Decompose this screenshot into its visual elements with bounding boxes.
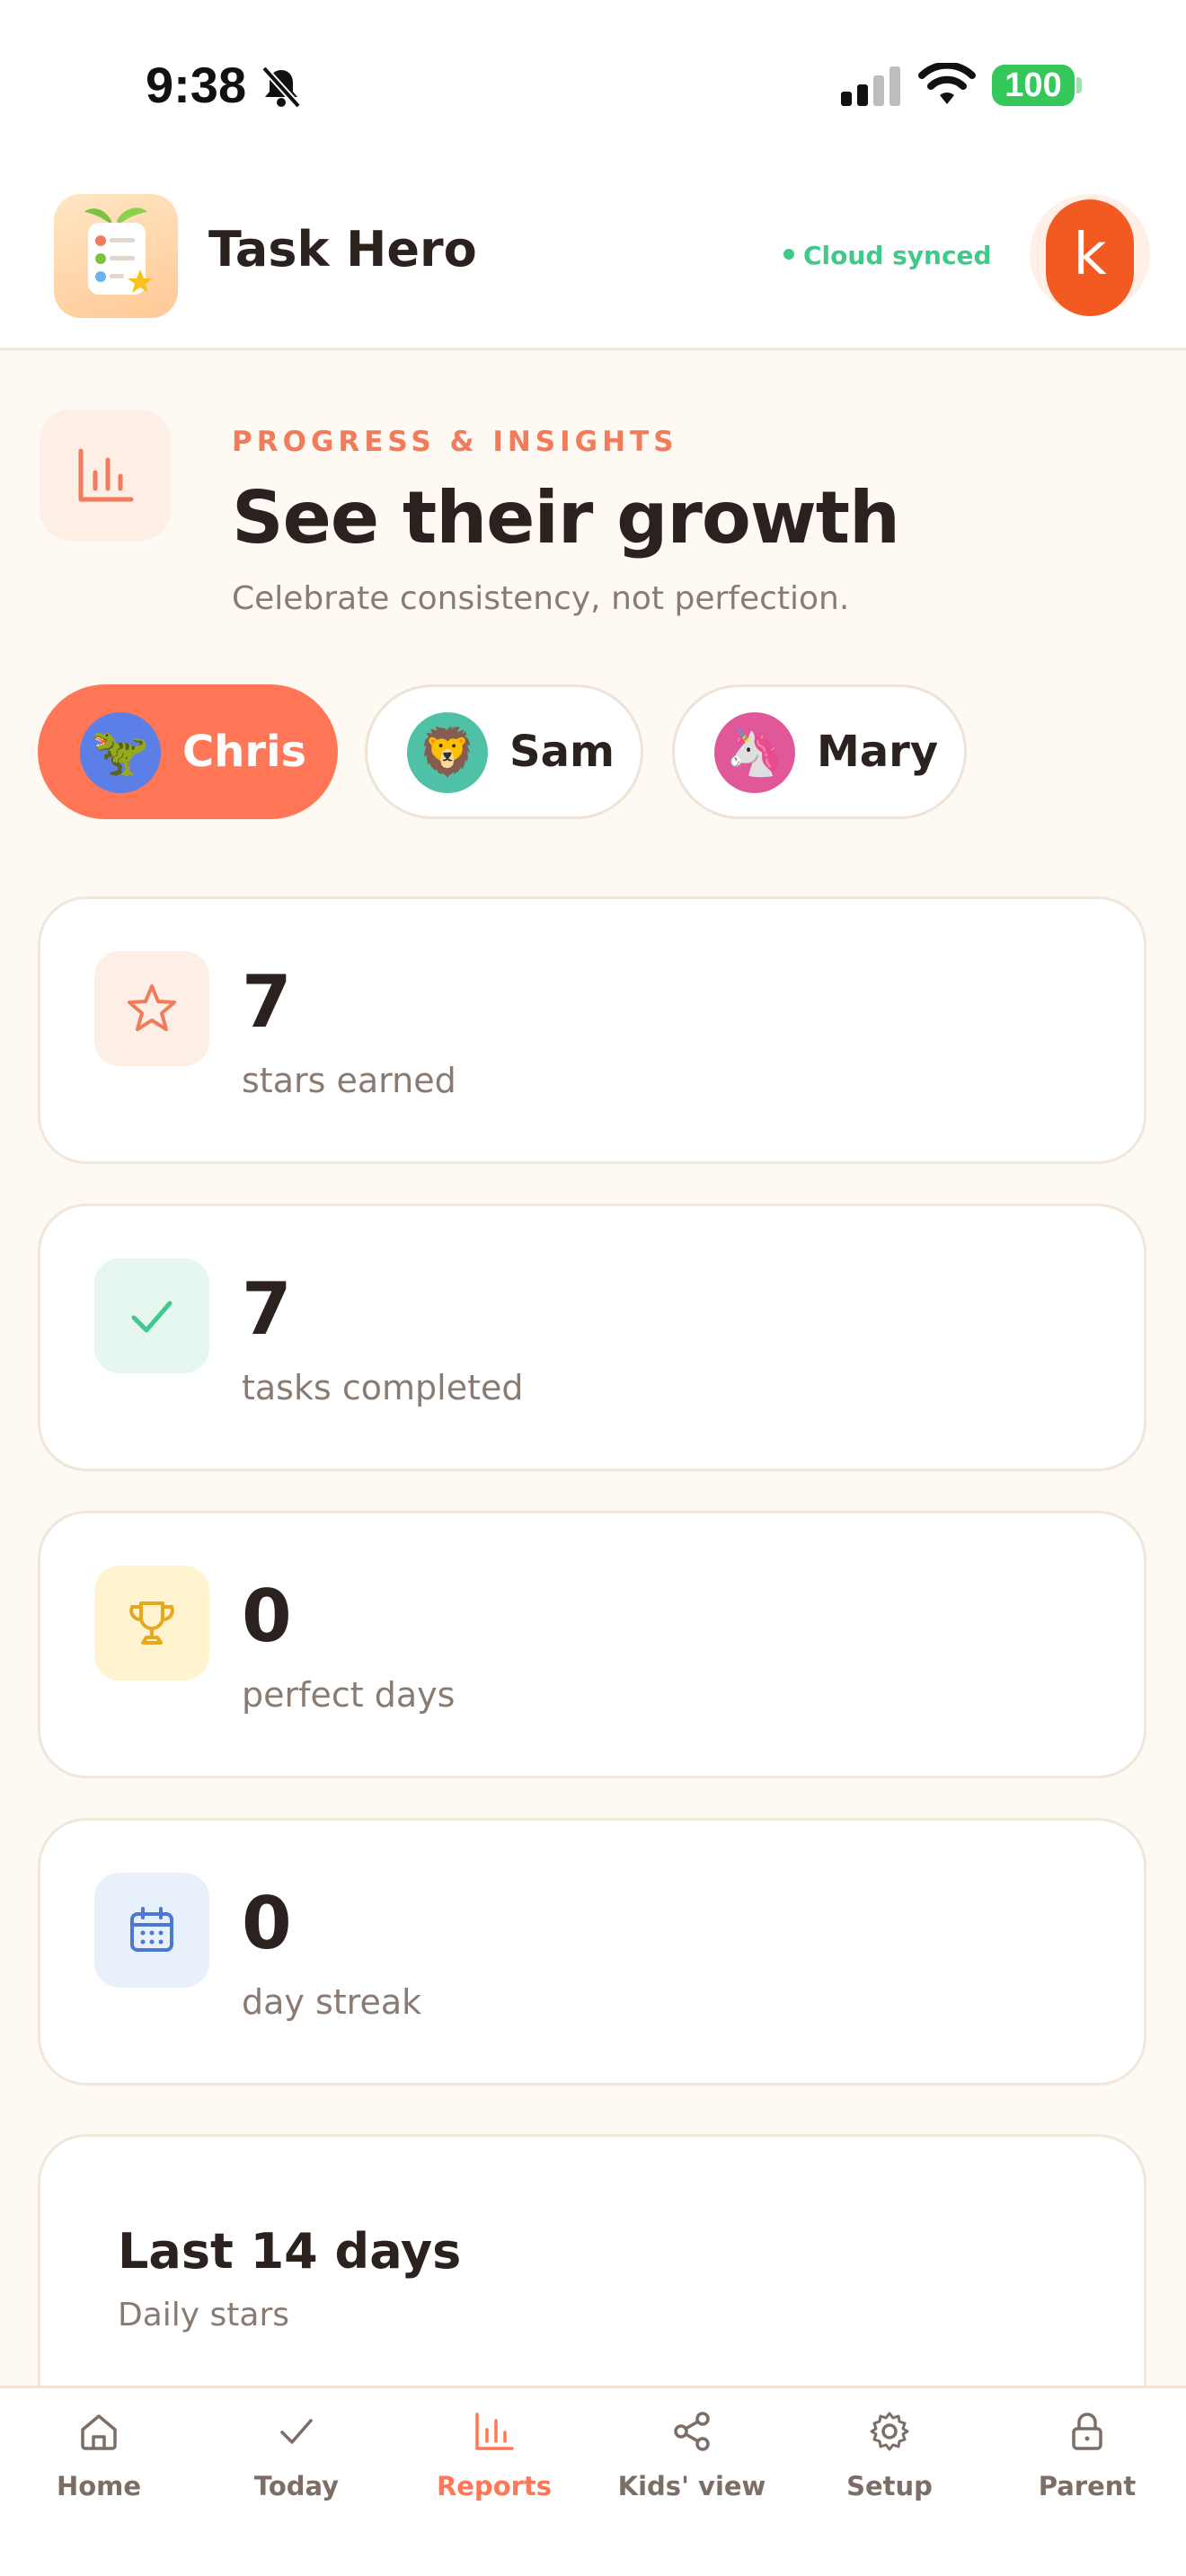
sync-status-label: Cloud synced (803, 241, 992, 270)
share-icon (674, 2412, 710, 2451)
sync-dot-icon (783, 249, 794, 260)
stat-value: 7 (242, 960, 292, 1044)
signal-icon (841, 66, 900, 106)
nav-home[interactable]: Home (0, 2388, 198, 2559)
bar-chart-icon (475, 2413, 514, 2450)
chart-title: Last 14 days (118, 2223, 462, 2280)
stat-icon-tile (94, 951, 209, 1066)
stat-value: 7 (242, 1267, 292, 1351)
child-chip-sam[interactable]: 🦁 Sam (365, 684, 643, 819)
nav-setup[interactable]: Setup (791, 2388, 988, 2559)
app-logo (54, 194, 178, 318)
gear-icon (870, 2412, 909, 2451)
nav-label: Setup (846, 2471, 933, 2501)
stat-icon-tile (94, 1258, 209, 1373)
lock-icon (1072, 2413, 1102, 2450)
trophy-icon (129, 1601, 174, 1645)
status-time: 9:38 (146, 57, 247, 113)
check-icon (280, 2419, 313, 2444)
nav-label: Reports (436, 2471, 553, 2501)
stat-value: 0 (242, 1575, 292, 1658)
page-title: See their growth (232, 476, 900, 560)
stat-card-stars: 7 stars earned (38, 896, 1146, 1164)
stat-card-tasks: 7 tasks completed (38, 1204, 1146, 1471)
nav-label: Today (253, 2471, 340, 2501)
unicorn-icon: 🦄 (714, 712, 795, 793)
stat-card-perfect-days: 0 perfect days (38, 1511, 1146, 1778)
stat-icon-tile (94, 1566, 209, 1681)
chart-subtitle: Daily stars (118, 2297, 290, 2333)
calendar-icon (130, 1907, 173, 1952)
bell-slash-icon (261, 66, 301, 109)
insights-icon-tile (40, 410, 171, 541)
bottom-nav: Home Today Reports Kids' view Setup Pare… (0, 2386, 1186, 2576)
child-chip-mary[interactable]: 🦄 Mary (672, 684, 967, 819)
child-chip-label: Sam (509, 727, 615, 777)
bar-chart-icon (78, 448, 134, 502)
star-icon (128, 984, 176, 1031)
stat-label: tasks completed (242, 1368, 524, 1407)
dinosaur-icon: 🦖 (80, 712, 161, 793)
stat-icon-tile (94, 1873, 209, 1988)
child-chip-chris[interactable]: 🦖 Chris (38, 684, 338, 819)
section-eyebrow: PROGRESS & INSIGHTS (232, 426, 678, 458)
stat-label: stars earned (242, 1061, 456, 1100)
home-icon (81, 2414, 117, 2450)
nav-kids-view[interactable]: Kids' view (593, 2388, 791, 2559)
sync-status: Cloud synced (783, 241, 992, 270)
check-icon (131, 1301, 173, 1333)
nav-label: Parent (1038, 2471, 1137, 2501)
child-chip-label: Chris (182, 727, 307, 777)
wifi-icon (918, 63, 976, 104)
nav-label: Home (56, 2471, 142, 2501)
nav-parent[interactable]: Parent (988, 2388, 1186, 2559)
nav-today[interactable]: Today (198, 2388, 395, 2559)
nav-label: Kids' view (617, 2471, 766, 2501)
child-chip-label: Mary (817, 727, 939, 777)
stat-label: day streak (242, 1982, 422, 2022)
stat-value: 0 (242, 1882, 292, 1965)
app-header: Task Hero Cloud synced k (0, 171, 1186, 350)
battery-indicator: 100 (992, 65, 1075, 106)
battery-tip (1076, 77, 1082, 93)
app-title: Task Hero (208, 221, 477, 278)
account-avatar[interactable]: k (1046, 199, 1134, 316)
checklist-logo-icon (84, 207, 153, 295)
page-subtitle: Celebrate consistency, not perfection. (232, 580, 850, 617)
status-bar: 9:38 100 (0, 0, 1186, 171)
lion-icon: 🦁 (407, 712, 488, 793)
stat-card-streak: 0 day streak (38, 1818, 1146, 2086)
stat-label: perfect days (242, 1675, 456, 1715)
nav-reports[interactable]: Reports (395, 2388, 593, 2559)
